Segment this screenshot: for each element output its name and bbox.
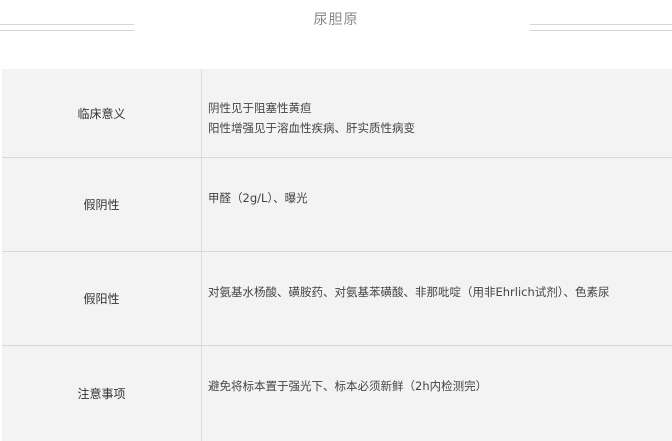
content-line: 对氨基水杨酸、磺胺药、对氨基苯磺酸、非那吡啶（用非Ehrlich试剂）、色素尿 <box>208 285 610 299</box>
header-divider-right <box>530 24 672 31</box>
row-label: 临床意义 <box>2 69 202 157</box>
info-table: 临床意义 阴性见于阻塞性黄疸 阳性增强见于溶血性疾病、肝实质性病变 假阴性 甲醛… <box>2 69 672 441</box>
row-content: 阴性见于阻塞性黄疸 阳性增强见于溶血性疾病、肝实质性病变 <box>202 69 672 157</box>
content-line: 甲醛（2g/L）、曝光 <box>208 191 308 205</box>
row-label: 假阳性 <box>2 252 202 345</box>
row-label: 假阴性 <box>2 158 202 251</box>
content-line: 避免将标本置于强光下、标本必须新鲜（2h内检测完） <box>208 379 488 393</box>
table-row-false-positive: 假阳性 对氨基水杨酸、磺胺药、对氨基苯磺酸、非那吡啶（用非Ehrlich试剂）、… <box>2 252 672 345</box>
row-label: 注意事项 <box>2 346 202 441</box>
row-content: 对氨基水杨酸、磺胺药、对氨基苯磺酸、非那吡啶（用非Ehrlich试剂）、色素尿 <box>202 252 672 345</box>
table-row-clinical-significance: 临床意义 阴性见于阻塞性黄疸 阳性增强见于溶血性疾病、肝实质性病变 <box>2 69 672 157</box>
table-row-false-negative: 假阴性 甲醛（2g/L）、曝光 <box>2 158 672 251</box>
page-header: 尿胆原 <box>0 0 672 40</box>
content-line: 阳性增强见于溶血性疾病、肝实质性病变 <box>208 121 415 135</box>
row-content: 避免将标本置于强光下、标本必须新鲜（2h内检测完） <box>202 346 672 441</box>
content-line: 阴性见于阻塞性黄疸 <box>208 101 312 115</box>
table-row-precautions: 注意事项 避免将标本置于强光下、标本必须新鲜（2h内检测完） <box>2 346 672 441</box>
row-content: 甲醛（2g/L）、曝光 <box>202 158 672 251</box>
